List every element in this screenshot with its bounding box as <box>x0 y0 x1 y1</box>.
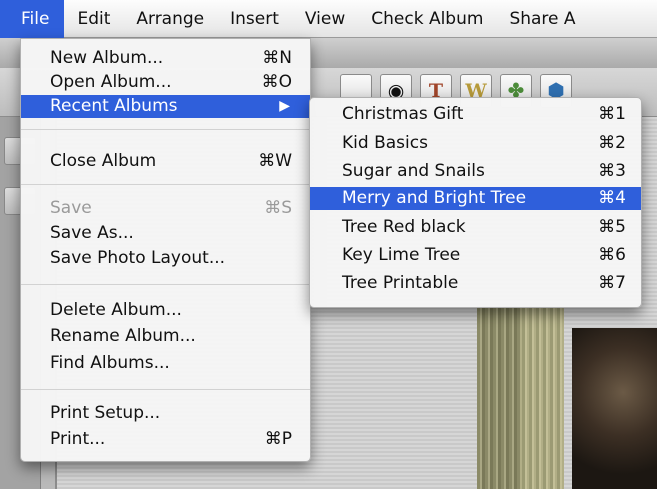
menu-item-label: Merry and Bright Tree <box>342 188 527 208</box>
menu-separator <box>21 389 310 390</box>
shortcut-label: ⌘O <box>261 72 292 92</box>
shortcut-label: ⌘P <box>264 429 292 449</box>
recent-album-item[interactable]: Key Lime Tree ⌘6 <box>310 244 641 267</box>
file-menu: New Album... ⌘N Open Album... ⌘O Recent … <box>20 38 311 462</box>
shortcut-label: ⌘5 <box>598 217 626 237</box>
menu-item-label: Kid Basics <box>342 133 428 153</box>
menu-item-label: Print Setup... <box>50 403 161 423</box>
menu-item-label: Tree Printable <box>342 273 459 293</box>
recent-album-item[interactable]: Tree Red black ⌘5 <box>310 216 641 239</box>
menu-item-rename-album[interactable]: Rename Album... <box>21 325 310 348</box>
submenu-arrow-icon: ▶ <box>279 98 290 114</box>
recent-albums-submenu: Christmas Gift ⌘1 Kid Basics ⌘2 Sugar an… <box>309 97 642 308</box>
menu-item-label: Delete Album... <box>50 300 182 320</box>
shortcut-label: ⌘7 <box>598 273 626 293</box>
menu-item-print-setup[interactable]: Print Setup... <box>21 402 310 425</box>
menu-share[interactable]: Share A <box>496 0 588 38</box>
menu-item-label: Tree Red black <box>342 217 466 237</box>
menu-item-delete-album[interactable]: Delete Album... <box>21 299 310 322</box>
shortcut-label: ⌘1 <box>598 104 626 124</box>
menu-separator <box>21 284 310 285</box>
menu-item-print[interactable]: Print... ⌘P <box>21 428 310 451</box>
menu-item-label: Key Lime Tree <box>342 245 461 265</box>
menu-edit[interactable]: Edit <box>64 0 123 38</box>
menu-view[interactable]: View <box>292 0 358 38</box>
menu-item-open-album[interactable]: Open Album... ⌘O <box>21 71 310 94</box>
menu-item-label: Close Album <box>50 151 157 171</box>
menu-check-album[interactable]: Check Album <box>358 0 496 38</box>
menu-item-label: Save As... <box>50 223 134 243</box>
menu-item-close-album[interactable]: Close Album ⌘W <box>21 150 310 173</box>
menu-item-label: Sugar and Snails <box>342 161 485 181</box>
menu-item-label: Recent Albums <box>50 96 178 116</box>
menu-item-label: Christmas Gift <box>342 104 464 124</box>
menu-separator <box>21 129 310 130</box>
menu-item-label: Save Photo Layout... <box>50 248 226 268</box>
recent-album-item[interactable]: Sugar and Snails ⌘3 <box>310 160 641 183</box>
recent-album-item[interactable]: Christmas Gift ⌘1 <box>310 103 641 126</box>
shortcut-label: ⌘W <box>258 151 292 171</box>
shortcut-label: ⌘4 <box>598 188 626 208</box>
menu-item-label: Rename Album... <box>50 326 196 346</box>
recent-album-item[interactable]: Kid Basics ⌘2 <box>310 132 641 155</box>
menu-item-label: Save <box>50 198 92 218</box>
decorative-ribbon <box>520 306 564 489</box>
shortcut-label: ⌘3 <box>598 161 626 181</box>
shortcut-label: ⌘2 <box>598 133 626 153</box>
album-photo[interactable] <box>572 328 657 489</box>
menu-item-label: Open Album... <box>50 72 172 92</box>
menubar: File Edit Arrange Insert View Check Albu… <box>0 0 657 38</box>
shortcut-label: ⌘6 <box>598 245 626 265</box>
menu-separator <box>21 184 310 185</box>
menu-item-label: Print... <box>50 429 106 449</box>
menu-item-label: Find Albums... <box>50 353 170 373</box>
shortcut-label: ⌘S <box>264 198 292 218</box>
menu-item-save: Save ⌘S <box>21 197 310 220</box>
menu-insert[interactable]: Insert <box>217 0 292 38</box>
menu-item-label: New Album... <box>50 48 164 68</box>
recent-album-item[interactable]: Tree Printable ⌘7 <box>310 272 641 295</box>
recent-album-item-selected[interactable]: Merry and Bright Tree ⌘4 <box>310 187 641 210</box>
menu-item-save-as[interactable]: Save As... <box>21 222 310 245</box>
menu-file[interactable]: File <box>0 0 65 38</box>
shortcut-label: ⌘N <box>262 48 292 68</box>
menu-item-save-photo-layout[interactable]: Save Photo Layout... <box>21 247 310 270</box>
menu-item-find-albums[interactable]: Find Albums... <box>21 352 310 375</box>
menu-item-recent-albums[interactable]: Recent Albums ▶ <box>21 95 310 118</box>
menu-arrange[interactable]: Arrange <box>123 0 217 38</box>
menu-item-new-album[interactable]: New Album... ⌘N <box>21 47 310 70</box>
